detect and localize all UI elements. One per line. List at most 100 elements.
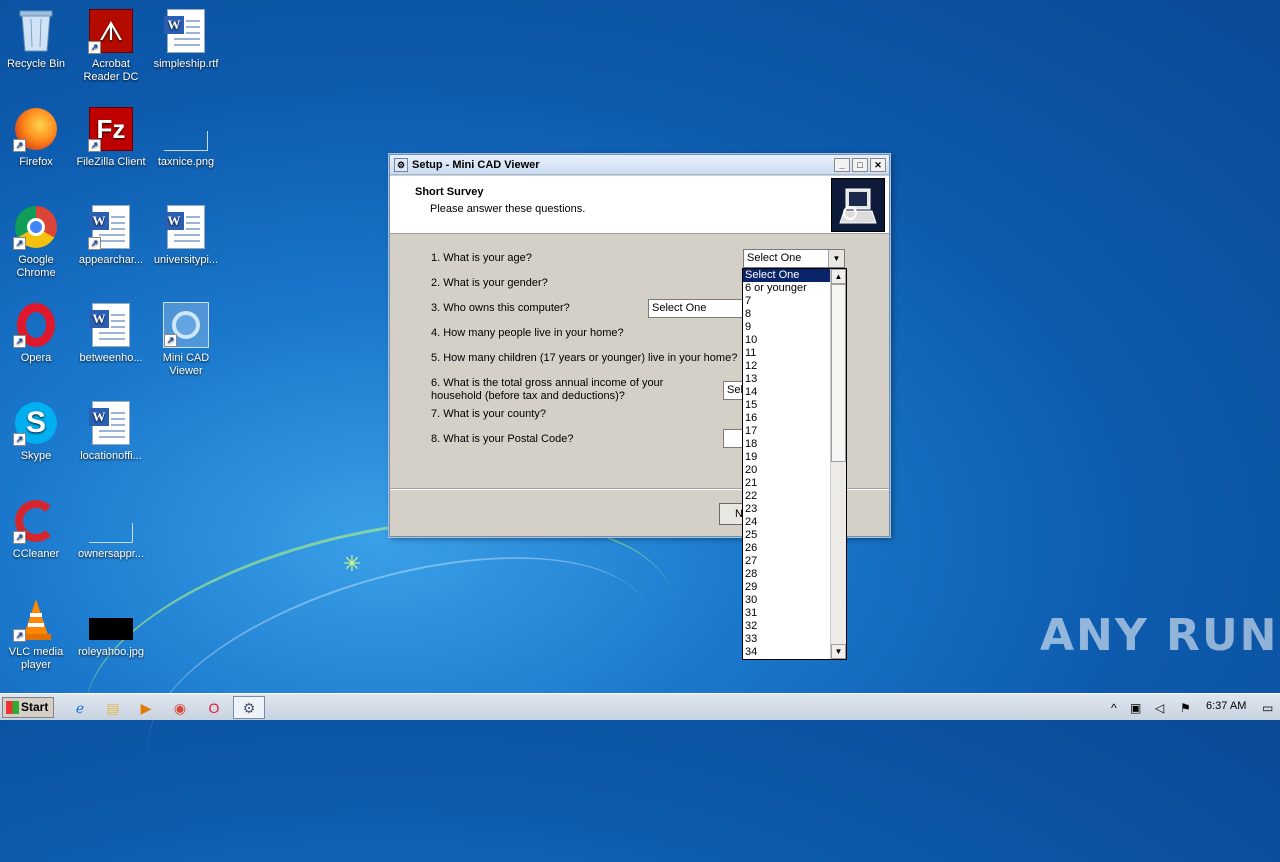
dropdown-option[interactable]: 28 [743, 568, 831, 581]
dropdown-option[interactable]: 24 [743, 516, 831, 529]
clock[interactable]: 6:37 AM [1206, 700, 1246, 712]
desktop-icon-vlc[interactable]: ↗ VLC media player [0, 596, 74, 672]
dropdown-option[interactable]: 31 [743, 607, 831, 620]
desktop-icon-label: FileZilla Client [76, 156, 146, 168]
dropdown-option[interactable]: 16 [743, 412, 831, 425]
dropdown-option[interactable]: 27 [743, 555, 831, 568]
dropdown-option[interactable]: 9 [743, 321, 831, 334]
desktop-icon-label: Mini CAD Viewer [162, 352, 210, 377]
show-desktop-icon[interactable]: ▭ [1262, 699, 1273, 717]
age-dropdown-list[interactable]: Select One 6 or younger 7 8 9 10 11 12 13 14 15 16 1… [742, 268, 847, 660]
desktop-icon-label: Skype [20, 450, 52, 462]
desktop-icon-simpleship[interactable]: W simpleship.rtf [148, 8, 224, 71]
dropdown-option[interactable]: 15 [743, 399, 831, 412]
magnifier-icon: ↗ [163, 302, 209, 348]
desktop-icon-label: simpleship.rtf [153, 58, 219, 70]
dropdown-option[interactable]: 12 [743, 360, 831, 373]
shortcut-arrow-icon: ↗ [13, 335, 26, 348]
dropdown-option[interactable]: 8 [743, 308, 831, 321]
desktop-icon-skype[interactable]: S ↗ Skype [0, 400, 74, 463]
page-title: Short Survey [415, 186, 484, 198]
desktop-icon-recycle-bin[interactable]: Recycle Bin [0, 8, 74, 71]
setup-taskbar-icon: ⚙ [242, 700, 256, 716]
internet-explorer-icon[interactable]: ℯ [71, 699, 89, 717]
desktop-icon-label: Recycle Bin [6, 58, 66, 70]
dropdown-option[interactable]: 14 [743, 386, 831, 399]
window-titlebar[interactable]: ⚙ Setup - Mini CAD Viewer _ □ ✕ [390, 155, 889, 175]
volume-icon[interactable]: ◁ [1155, 699, 1164, 717]
desktop-icon-opera[interactable]: ↗ Opera [0, 302, 74, 365]
image-file-icon [88, 596, 134, 642]
desktop-icon-taxnice[interactable]: taxnice.png [148, 106, 224, 169]
question-1: 1. What is your age? [431, 252, 532, 264]
dropdown-option[interactable]: 19 [743, 451, 831, 464]
desktop-icon-filezilla[interactable]: Fz ↗ FileZilla Client [73, 106, 149, 169]
dropdown-option[interactable]: 26 [743, 542, 831, 555]
desktop-icon-ownersappr[interactable]: ownersappr... [73, 498, 149, 561]
dropdown-option[interactable]: 10 [743, 334, 831, 347]
image-file-icon [88, 498, 134, 544]
dropdown-option[interactable]: 13 [743, 373, 831, 386]
owner-select-value: Select One [652, 302, 707, 314]
desktop-icon-acrobat[interactable]: ᗑ ↗ Acrobat Reader DC [73, 8, 149, 84]
owner-select[interactable]: Select One [648, 299, 748, 318]
page-subtitle: Please answer these questions. [430, 203, 586, 215]
desktop-icon-label: Opera [20, 352, 52, 364]
wallpaper-sparkle: ✳ [342, 551, 362, 576]
scroll-up-icon[interactable]: ▲ [831, 269, 846, 284]
question-5: 5. How many children (17 years or younge… [431, 352, 738, 364]
desktop-icon-roleyahoo[interactable]: roleyahoo.jpg [73, 596, 149, 659]
dropdown-option[interactable]: 22 [743, 490, 831, 503]
start-button[interactable]: Start [2, 697, 54, 718]
dropdown-scrollbar[interactable]: ▲ ▼ [830, 269, 846, 659]
dropdown-option[interactable]: 29 [743, 581, 831, 594]
dropdown-option[interactable]: 20 [743, 464, 831, 477]
media-player-icon[interactable]: ▶ [137, 699, 155, 717]
chrome-icon: ↗ [13, 204, 59, 250]
chrome-taskbar-icon[interactable]: ◉ [171, 699, 189, 717]
desktop-icon-chrome[interactable]: ↗ Google Chrome [0, 204, 74, 280]
scroll-down-icon[interactable]: ▼ [831, 644, 846, 659]
dropdown-option[interactable]: 6 or younger [743, 282, 831, 295]
acrobat-icon: ᗑ ↗ [88, 8, 134, 54]
network-icon[interactable]: ▣ [1130, 699, 1141, 717]
dropdown-option[interactable]: 25 [743, 529, 831, 542]
dropdown-option[interactable]: 34 [743, 646, 831, 659]
minimize-button[interactable]: _ [834, 157, 850, 172]
desktop-icon-firefox[interactable]: ↗ Firefox [0, 106, 74, 169]
desktop-icon-universitypi[interactable]: W universitypi... [148, 204, 224, 267]
dropdown-option[interactable]: 23 [743, 503, 831, 516]
dropdown-option[interactable]: 32 [743, 620, 831, 633]
dropdown-option[interactable]: 33 [743, 633, 831, 646]
age-select[interactable]: Select One ▼ [743, 249, 845, 268]
opera-taskbar-icon[interactable]: O [205, 699, 223, 717]
desktop-icon-appearchar[interactable]: W ↗ appearchar... [73, 204, 149, 267]
setup-app-icon: ⚙ [394, 157, 408, 172]
folder-icon[interactable]: ▤ [104, 699, 122, 717]
desktop-icon-betweenho[interactable]: W betweenho... [73, 302, 149, 365]
chevron-down-icon[interactable]: ▼ [828, 250, 844, 267]
dropdown-option[interactable]: Select One [743, 269, 831, 282]
desktop-icon-label: VLC media player [8, 646, 64, 671]
desktop-icon-mini-cad-viewer[interactable]: ↗ Mini CAD Viewer [148, 302, 224, 378]
desktop-icon-locationoffi[interactable]: W locationoffi... [73, 400, 149, 463]
dropdown-option[interactable]: 30 [743, 594, 831, 607]
dropdown-option[interactable]: 11 [743, 347, 831, 360]
tray-expand-icon[interactable]: ^ [1111, 699, 1117, 717]
question-2: 2. What is your gender? [431, 277, 548, 289]
dropdown-option[interactable]: 21 [743, 477, 831, 490]
dropdown-option[interactable]: 18 [743, 438, 831, 451]
dropdown-option[interactable]: 7 [743, 295, 831, 308]
wizard-header: Short Survey Please answer these questio… [390, 176, 889, 234]
vlc-cone-icon: ↗ [13, 596, 59, 642]
dropdown-option[interactable]: 17 [743, 425, 831, 438]
close-button[interactable]: ✕ [870, 157, 886, 172]
filezilla-icon: Fz ↗ [88, 106, 134, 152]
windows-flag-icon [6, 701, 19, 714]
maximize-button[interactable]: □ [852, 157, 868, 172]
setup-taskbar-button[interactable]: ⚙ [233, 696, 265, 719]
desktop-icon-ccleaner[interactable]: ↗ CCleaner [0, 498, 74, 561]
flag-icon[interactable]: ⚑ [1180, 699, 1191, 717]
scrollbar-thumb[interactable] [831, 284, 846, 462]
desktop-icon-label: locationoffi... [80, 450, 142, 462]
